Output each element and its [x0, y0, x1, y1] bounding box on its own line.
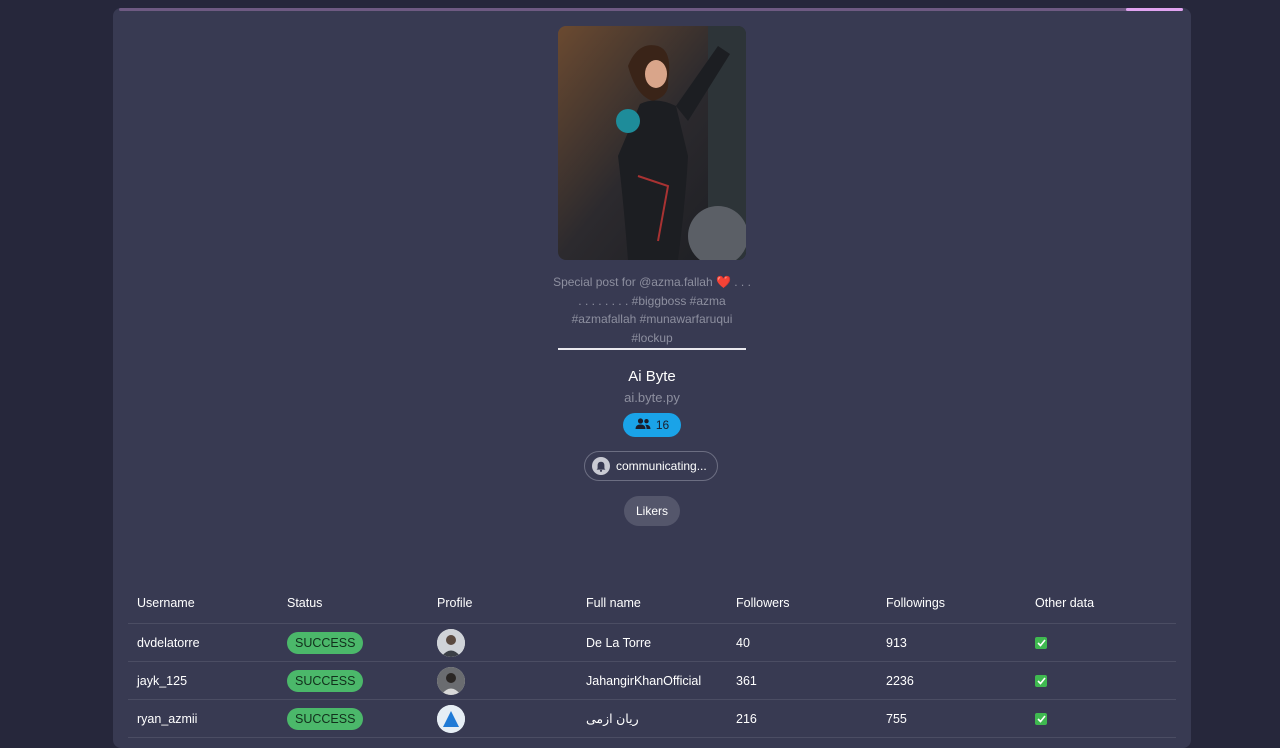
- check-icon: [1035, 636, 1047, 649]
- column-header: Profile: [437, 596, 473, 610]
- followings-cell: 755: [886, 711, 907, 726]
- fullname-cell: ریان ازمی: [586, 712, 639, 726]
- success-badge: SUCCESS: [287, 631, 364, 654]
- post-image[interactable]: [558, 26, 746, 260]
- followers-cell: 361: [736, 673, 757, 688]
- profile-cell: [437, 662, 465, 699]
- other-data-cell: [1035, 662, 1047, 699]
- followers-badge: 16: [623, 413, 681, 437]
- followers-count: 16: [655, 418, 670, 432]
- fullname-cell: JahangirKhanOfficial: [586, 673, 702, 688]
- caption-divider: [558, 348, 746, 350]
- other-data-cell: [1035, 700, 1047, 737]
- people-icon: [635, 417, 651, 433]
- check-icon: [1035, 712, 1047, 725]
- column-header: Followers: [736, 596, 790, 610]
- progress-bar: [119, 8, 1183, 11]
- table-row[interactable]: ryan_azmii SUCCESS ریان ازمی 216 755: [128, 700, 1176, 738]
- column-header: Other data: [1035, 596, 1095, 610]
- likers-table: Username Status Profile Full name Follow…: [128, 583, 1176, 738]
- post-caption: Special post for @azma.fallah ❤️ . . . .…: [553, 275, 751, 345]
- followings-cell: 2236: [886, 673, 914, 688]
- profile-cell: [437, 624, 465, 661]
- column-header: Status: [287, 596, 323, 610]
- profile-handle: ai.byte.py: [624, 390, 680, 405]
- avatar[interactable]: [437, 666, 465, 695]
- likers-button[interactable]: Likers: [624, 496, 680, 526]
- status-label: communicating...: [616, 459, 707, 473]
- table-row[interactable]: dvdelatorre SUCCESS De La Torre 40 913: [128, 624, 1176, 662]
- status-cell: SUCCESS: [287, 700, 364, 737]
- column-header: Followings: [886, 596, 946, 610]
- other-data-cell: [1035, 624, 1047, 661]
- bell-icon: [592, 457, 610, 475]
- progress-fill: [1126, 8, 1183, 11]
- profile-name: Ai Byte: [628, 368, 676, 385]
- check-icon: [1035, 674, 1047, 687]
- fullname-cell: De La Torre: [586, 635, 652, 650]
- username-cell: ryan_azmii: [137, 711, 198, 726]
- status-cell: SUCCESS: [287, 662, 364, 699]
- column-header: Username: [137, 596, 195, 610]
- column-header: Full name: [586, 596, 641, 610]
- table-row[interactable]: jayk_125 SUCCESS JahangirKhanOfficial 36…: [128, 662, 1176, 700]
- main-card: Special post for @azma.fallah ❤️ . . . .…: [113, 8, 1191, 748]
- success-badge: SUCCESS: [287, 669, 364, 692]
- status-cell: SUCCESS: [287, 624, 364, 661]
- followings-cell: 913: [886, 635, 907, 650]
- followers-cell: 216: [736, 711, 757, 726]
- followers-cell: 40: [736, 635, 750, 650]
- status-indicator[interactable]: communicating...: [584, 451, 718, 481]
- avatar[interactable]: [437, 704, 465, 733]
- username-cell: dvdelatorre: [137, 635, 200, 650]
- profile-cell: [437, 700, 465, 737]
- success-badge: SUCCESS: [287, 707, 364, 730]
- table-header: Username Status Profile Full name Follow…: [128, 583, 1176, 624]
- username-cell: jayk_125: [137, 673, 188, 688]
- avatar[interactable]: [437, 628, 465, 657]
